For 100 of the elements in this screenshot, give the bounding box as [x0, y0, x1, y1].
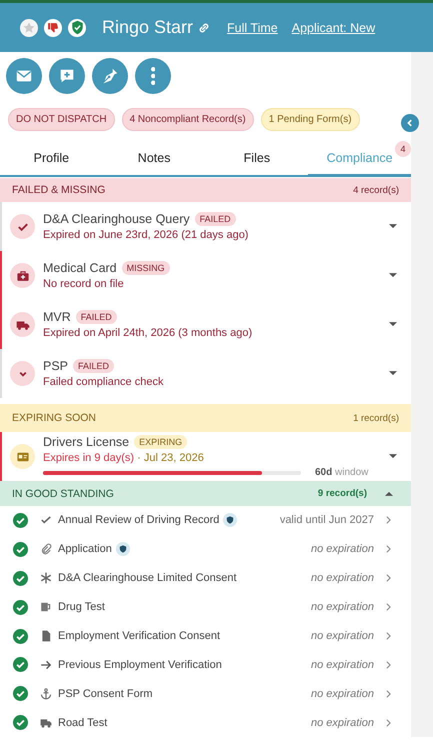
section-title: IN GOOD STANDING	[12, 488, 115, 500]
count-badge: 4	[395, 141, 411, 157]
section-header[interactable]: EXPIRING SOON 1 record(s)	[0, 404, 411, 432]
chevron-right-icon[interactable]	[386, 690, 391, 698]
record-row[interactable]: Road Test no expiration	[0, 708, 411, 738]
arrow-right-icon	[40, 658, 52, 671]
window-label: 60d window	[315, 467, 368, 478]
record-name: Annual Review of Driving Record	[58, 514, 220, 526]
record-count: 9 record(s)	[318, 488, 367, 499]
expiry-text: valid until Jun 2027	[280, 514, 374, 526]
record-detail: No record on file	[43, 278, 125, 290]
record-row[interactable]: MVR FAILED Expired on April 24th, 2026 (3 months ago)	[0, 300, 411, 349]
check-circle-icon	[13, 600, 28, 615]
record-name: Previous Employment Verification	[58, 658, 222, 671]
chevron-right-icon[interactable]	[386, 545, 391, 554]
record-row[interactable]: Annual Review of Driving Record valid until Jun 2027	[0, 506, 411, 535]
truck-icon	[40, 716, 52, 729]
status-tag: MISSING	[122, 261, 170, 275]
check-icon	[10, 214, 35, 239]
caret-icon[interactable]	[389, 454, 397, 459]
status-tag: EXPIRING	[134, 435, 188, 449]
record-row[interactable]: PSP FAILED Failed compliance check	[0, 349, 411, 398]
check-circle-icon	[13, 686, 28, 702]
record-row[interactable]: Employment Verification Consent no expiration	[0, 622, 411, 650]
record-name: D&A Clearinghouse Limited Consent	[58, 572, 237, 584]
id-card-icon	[10, 444, 35, 469]
tab[interactable]: Profile	[0, 143, 103, 177]
pen-button[interactable]	[92, 58, 128, 94]
chevron-right-icon[interactable]	[386, 632, 391, 640]
record-detail: Failed compliance check	[43, 376, 164, 388]
tab[interactable]: Notes	[102, 143, 206, 177]
section-title: EXPIRING SOON	[12, 412, 98, 424]
expiry-text: no expiration	[311, 601, 374, 614]
check-circle-icon	[13, 657, 28, 672]
chevron-right-icon[interactable]	[386, 516, 391, 524]
check-circle-icon	[13, 570, 28, 586]
link-icon[interactable]	[197, 20, 212, 34]
expiry-text: no expiration	[311, 572, 374, 584]
caret-icon[interactable]	[389, 371, 397, 376]
anchor-icon	[40, 688, 52, 700]
section-header[interactable]: IN GOOD STANDING 9 record(s)	[0, 481, 411, 506]
status-badge: DO NOT DISPATCH	[8, 108, 115, 131]
collapse-button[interactable]	[401, 114, 419, 132]
medical-kit-icon	[10, 263, 35, 288]
expiry-text: no expiration	[311, 658, 374, 671]
tab[interactable]: Files	[206, 143, 308, 177]
record-name: Drug Test	[58, 601, 105, 614]
status-tag: FAILED	[73, 359, 114, 373]
record-count: 1 record(s)	[353, 412, 399, 424]
expiry-text: no expiration	[311, 630, 374, 642]
document-icon	[40, 630, 52, 642]
record-name: Application	[58, 543, 112, 556]
section-title: FAILED & MISSING	[12, 184, 106, 196]
thumbs-down-icon[interactable]	[44, 18, 62, 36]
record-name: Medical Card	[43, 261, 117, 275]
record-name: PSP Consent Form	[58, 688, 153, 700]
comment-plus-icon	[58, 67, 76, 85]
expiry-text: no expiration	[311, 688, 374, 700]
record-row[interactable]: D&A Clearinghouse Query FAILED Expired on June 23rd, 2026 (21 days ago)	[0, 202, 411, 251]
more-button[interactable]	[135, 58, 171, 94]
caret-icon[interactable]	[389, 322, 397, 327]
checkmark-icon	[40, 514, 52, 526]
record-row[interactable]: Drug Test no expiration	[0, 592, 411, 622]
record-detail: Expired on April 24th, 2026 (3 months ago)	[43, 327, 254, 339]
chevron-right-icon[interactable]	[386, 660, 391, 669]
add-comment-button[interactable]	[49, 58, 85, 94]
caret-icon[interactable]	[389, 273, 397, 278]
chevron-right-icon[interactable]	[386, 603, 391, 612]
record-name: PSP	[43, 359, 68, 373]
record-name: Drivers License	[43, 435, 130, 449]
chevron-right-icon[interactable]	[386, 574, 391, 582]
check-circle-icon	[13, 628, 28, 644]
record-name: MVR	[43, 310, 71, 324]
asterisk-icon	[40, 572, 52, 584]
check-circle-icon	[13, 715, 28, 730]
status-badge: 1 Pending Form(s)	[260, 108, 360, 131]
email-button[interactable]	[6, 58, 42, 94]
record-row[interactable]: PSP Consent Form no expiration	[0, 679, 411, 708]
record-detail: Expired on June 23rd, 2026 (21 days ago)	[43, 229, 250, 241]
chevron-down-icon	[10, 361, 35, 386]
check-circle-icon	[13, 512, 28, 528]
driver-name: Ringo Starr	[102, 17, 194, 38]
caret-icon[interactable]	[385, 491, 393, 496]
truck-icon	[10, 312, 35, 337]
chevron-right-icon[interactable]	[386, 718, 391, 727]
expiry-text: no expiration	[311, 716, 374, 729]
expiry-text: no expiration	[311, 543, 374, 556]
status-tag: FAILED	[76, 310, 117, 324]
caret-icon[interactable]	[389, 224, 397, 229]
record-row[interactable]: Previous Employment Verification no expiration	[0, 650, 411, 680]
paperclip-icon	[40, 543, 52, 556]
record-row[interactable]: Medical Card MISSING No record on file	[0, 251, 411, 300]
section-header[interactable]: FAILED & MISSING 4 record(s)	[0, 178, 411, 202]
check-circle-icon	[13, 542, 28, 557]
pen-nib-icon	[101, 67, 119, 85]
expiry-date: · Jul 23, 2026	[137, 452, 204, 464]
shield-check-icon[interactable]	[68, 18, 86, 36]
record-row[interactable]: Application no expiration	[0, 534, 411, 564]
chevron-left-icon	[406, 119, 414, 127]
record-row[interactable]: D&A Clearinghouse Limited Consent no expiration	[0, 564, 411, 593]
